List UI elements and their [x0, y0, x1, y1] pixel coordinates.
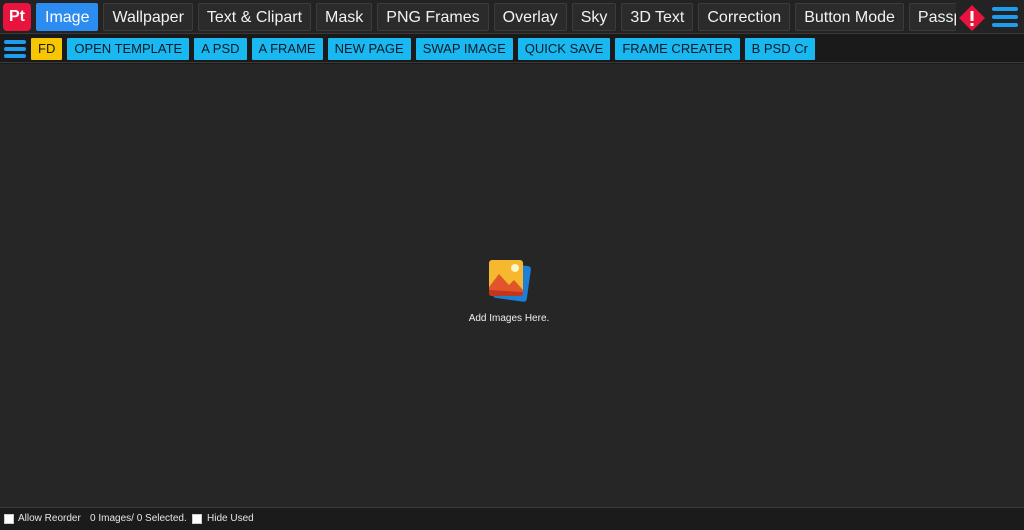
- toolbar-buttons: FD OPEN TEMPLATE A PSD A FRAME NEW PAGE …: [31, 38, 815, 60]
- top-tab-bar: Pt Image Wallpaper Text & Clipart Mask P…: [0, 0, 1024, 34]
- tab-strip: Image Wallpaper Text & Clipart Mask PNG …: [36, 3, 956, 31]
- tab-text-clipart[interactable]: Text & Clipart: [197, 3, 312, 31]
- b-psd-cr-button[interactable]: B PSD Cr: [744, 38, 815, 60]
- hide-used-checkbox[interactable]: [192, 514, 202, 524]
- tab-mask[interactable]: Mask: [316, 3, 373, 31]
- frame-creater-button[interactable]: FRAME CREATER: [615, 38, 740, 60]
- tab-sky[interactable]: Sky: [571, 3, 617, 31]
- app-logo[interactable]: Pt: [3, 3, 31, 31]
- hide-used-label: Hide Used: [207, 513, 254, 524]
- status-bar: Allow Reorder 0 Images/ 0 Selected. Hide…: [0, 507, 1024, 530]
- add-images-placeholder[interactable]: Add Images Here.: [455, 257, 563, 324]
- swap-image-button[interactable]: SWAP IMAGE: [415, 38, 513, 60]
- tab-3d-text[interactable]: 3D Text: [621, 3, 694, 31]
- fd-button[interactable]: FD: [31, 38, 63, 60]
- allow-reorder-checkbox[interactable]: [4, 514, 14, 524]
- tab-button-mode[interactable]: Button Mode: [795, 3, 904, 31]
- a-frame-button[interactable]: A FRAME: [251, 38, 323, 60]
- a-psd-button[interactable]: A PSD: [194, 38, 247, 60]
- allow-reorder-label: Allow Reorder: [18, 513, 81, 524]
- image-gallery-icon: [489, 260, 531, 302]
- hamburger-menu-icon[interactable]: [4, 39, 26, 59]
- hamburger-menu-icon[interactable]: [992, 6, 1018, 28]
- image-count-text: 0 Images/ 0 Selected.: [90, 513, 187, 524]
- tab-wallpaper[interactable]: Wallpaper: [103, 3, 193, 31]
- image-canvas[interactable]: Add Images Here.: [0, 64, 1024, 507]
- tab-correction[interactable]: Correction: [698, 3, 791, 31]
- alert-diamond-icon[interactable]: [958, 4, 986, 32]
- tab-image[interactable]: Image: [36, 3, 99, 31]
- tab-overlay[interactable]: Overlay: [493, 3, 567, 31]
- open-template-button[interactable]: OPEN TEMPLATE: [67, 38, 190, 60]
- quick-save-button[interactable]: QUICK SAVE: [517, 38, 611, 60]
- add-images-label: Add Images Here.: [468, 313, 550, 324]
- tab-png-frames[interactable]: PNG Frames: [377, 3, 489, 31]
- action-toolbar: FD OPEN TEMPLATE A PSD A FRAME NEW PAGE …: [0, 35, 1024, 63]
- new-page-button[interactable]: NEW PAGE: [327, 38, 411, 60]
- tab-passport[interactable]: Passpor: [908, 3, 956, 31]
